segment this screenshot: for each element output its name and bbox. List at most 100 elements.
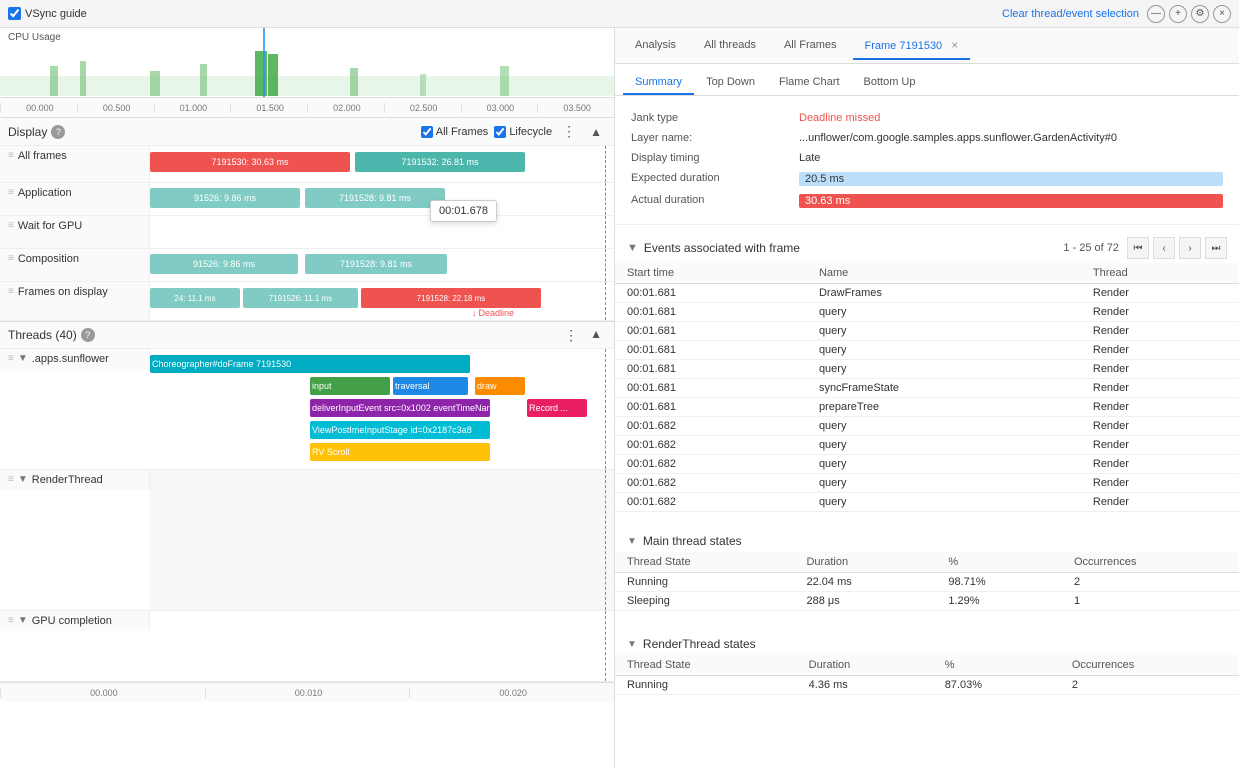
app-frame-2[interactable]: 7191528: 9.81 ms — [305, 188, 445, 208]
events-row-4[interactable]: 00:01.681queryRender — [615, 360, 1239, 379]
nav-last-button[interactable]: ⏭ — [1205, 237, 1227, 259]
threads-collapse-button[interactable]: ▲ — [586, 327, 606, 344]
main-thread-states-header[interactable]: ▼ Main thread states — [615, 528, 1239, 552]
events-row-3[interactable]: 00:01.681queryRender — [615, 341, 1239, 360]
tab-frame[interactable]: Frame 7191530 × — [853, 32, 971, 60]
frame-block-selected[interactable]: 7191530: 30.63 ms — [150, 152, 350, 172]
tab-all-frames[interactable]: All Frames — [772, 33, 849, 59]
drag-handle-icon-fod[interactable]: ≡ — [8, 286, 14, 297]
events-row-7[interactable]: 00:01.682queryRender — [615, 417, 1239, 436]
tab-frame-close[interactable]: × — [951, 38, 958, 52]
all-frames-content[interactable]: 7191530: 30.63 ms 7191532: 26.81 ms 7191… — [150, 146, 614, 182]
fod-frame-2[interactable]: 7191526: 11.1 ms — [243, 288, 358, 308]
events-row-10[interactable]: 00:01.682queryRender — [615, 474, 1239, 493]
event-name-6: prepareTree — [807, 398, 1081, 417]
event-start-10: 00:01.682 — [615, 474, 807, 493]
mt-col-state: Thread State — [615, 552, 794, 573]
gpu-completion-content[interactable]: waiti... waitF... — [150, 611, 614, 681]
all-frames-checkbox[interactable] — [421, 126, 433, 138]
apps-sunflower-content[interactable]: Choreographer#doFrame 7191530 Choreograp… — [150, 349, 614, 469]
events-row-9[interactable]: 00:01.682queryRender — [615, 455, 1239, 474]
nav-first-button[interactable]: ⏮ — [1127, 237, 1149, 259]
choreographer-bar[interactable]: Choreographer#doFrame 7191530 — [150, 355, 470, 373]
threads-help-icon[interactable]: ? — [81, 328, 95, 342]
rv-scroll-bar[interactable]: RV Scroll — [310, 443, 490, 461]
event-thread-6: Render — [1081, 398, 1239, 417]
record-bar[interactable]: Record ... — [527, 399, 587, 417]
rt-state-0: Running — [615, 676, 797, 695]
expand-button[interactable]: + — [1169, 5, 1187, 23]
app-frame-label-2: 7191528: 9.81 ms — [339, 193, 411, 203]
nav-prev-button[interactable]: ‹ — [1153, 237, 1175, 259]
display-collapse-button[interactable]: ▲ — [586, 125, 606, 139]
settings-button[interactable]: ⚙ — [1191, 5, 1209, 23]
apps-sunflower-label-text: .apps.sunflower — [32, 353, 109, 365]
expand-arrow-sf[interactable]: ▼ — [18, 353, 28, 364]
application-content[interactable]: 91526: 9.86 ms 7191528: 9.81 ms 7191530.… — [150, 183, 614, 215]
tab-all-threads[interactable]: All threads — [692, 33, 768, 59]
nav-next-button[interactable]: › — [1179, 237, 1201, 259]
events-collapse-arrow[interactable]: ▼ — [627, 242, 638, 254]
wait-gpu-content[interactable]: 7191530... — [150, 216, 614, 248]
sub-tab-flame-chart[interactable]: Flame Chart — [767, 71, 852, 95]
drag-handle-icon-rt[interactable]: ≡ — [8, 474, 14, 485]
sub-tab-summary[interactable]: Summary — [623, 71, 694, 95]
input-bar[interactable]: input — [310, 377, 390, 395]
traversal-bar[interactable]: traversal — [393, 377, 468, 395]
events-row-8[interactable]: 00:01.682queryRender — [615, 436, 1239, 455]
fod-content[interactable]: 24: 11.1 ms 7191526: 11.1 ms 7191528: 22… — [150, 282, 614, 320]
frame-block-2[interactable]: 7191532: 26.81 ms — [355, 152, 525, 172]
sub-tab-bottom-up[interactable]: Bottom Up — [852, 71, 928, 95]
events-row-6[interactable]: 00:01.681prepareTreeRender — [615, 398, 1239, 417]
fod-frame-3[interactable]: 7191528: 22.18 ms — [361, 288, 541, 308]
events-row-11[interactable]: 00:01.682queryRender — [615, 493, 1239, 512]
draw-bar[interactable]: draw — [475, 377, 525, 395]
fod-frame-1[interactable]: 24: 11.1 ms — [150, 288, 240, 308]
display-menu-button[interactable]: ⋮ — [558, 123, 580, 140]
event-thread-8: Render — [1081, 436, 1239, 455]
events-row-5[interactable]: 00:01.681syncFrameStateRender — [615, 379, 1239, 398]
clear-selection-link[interactable]: Clear thread/event selection — [1002, 8, 1139, 20]
sub-tab-top-down[interactable]: Top Down — [694, 71, 767, 95]
display-title: Display — [8, 125, 47, 139]
layer-name-row: Layer name: ...unflower/com.google.sampl… — [631, 128, 1223, 148]
minimize-button[interactable]: — — [1147, 5, 1165, 23]
event-start-11: 00:01.682 — [615, 493, 807, 512]
tab-analysis[interactable]: Analysis — [623, 33, 688, 59]
vsync-label: VSync guide — [25, 8, 87, 20]
display-help-icon[interactable]: ? — [51, 125, 65, 139]
composition-content[interactable]: 91526: 9.86 ms 7191528: 9.81 ms — [150, 249, 614, 281]
lifecycle-checkbox[interactable] — [494, 126, 506, 138]
app-frame-1[interactable]: 91526: 9.86 ms — [150, 188, 300, 208]
events-row-2[interactable]: 00:01.681queryRender — [615, 322, 1239, 341]
event-thread-4: Render — [1081, 360, 1239, 379]
comp-frame-2[interactable]: 7191528: 9.81 ms — [305, 254, 447, 274]
event-thread-11: Render — [1081, 493, 1239, 512]
close-button[interactable]: × — [1213, 5, 1231, 23]
comp-frame-1[interactable]: 91526: 9.86 ms — [150, 254, 298, 274]
tab-frame-label: Frame 7191530 — [865, 40, 943, 52]
drag-handle-icon[interactable]: ≡ — [8, 150, 14, 161]
drag-handle-icon-gpu2[interactable]: ≡ — [8, 615, 14, 626]
render-thread-states-header[interactable]: ▼ RenderThread states — [615, 631, 1239, 655]
bottom-ruler: 00.000 00.010 00.020 — [0, 682, 614, 702]
drag-handle-icon-comp[interactable]: ≡ — [8, 253, 14, 264]
display-title-group: Display ? — [8, 125, 65, 139]
expand-arrow-rt[interactable]: ▼ — [18, 474, 28, 485]
drag-handle-icon-gpu[interactable]: ≡ — [8, 220, 14, 231]
events-row-1[interactable]: 00:01.681queryRender — [615, 303, 1239, 322]
threads-menu-button[interactable]: ⋮ — [560, 327, 582, 344]
render-thread-content[interactable]: DrawFram... flus... — [150, 470, 614, 610]
display-controls: All Frames Lifecycle ⋮ ▲ — [421, 123, 606, 140]
gpu-completion-track: ≡ ▼ GPU completion waiti... waitF... — [0, 611, 614, 682]
deliver-bar[interactable]: deliverInputEvent src=0x1002 eventTimeNa… — [310, 399, 490, 417]
viewpost-bar[interactable]: ViewPostImeInputStage id=0x2187c3a8 — [310, 421, 490, 439]
vsync-checkbox[interactable] — [8, 7, 21, 20]
bottom-tick-0: 00.000 — [0, 688, 205, 698]
expand-arrow-gpu[interactable]: ▼ — [18, 615, 28, 626]
drag-handle-icon-sf[interactable]: ≡ — [8, 353, 14, 364]
events-row-0[interactable]: 00:01.681DrawFramesRender — [615, 284, 1239, 303]
display-section-header: Display ? All Frames Lifecycle ⋮ ▲ — [0, 118, 614, 146]
right-panel: Analysis All threads All Frames Frame 71… — [615, 28, 1239, 768]
drag-handle-icon-app[interactable]: ≡ — [8, 187, 14, 198]
